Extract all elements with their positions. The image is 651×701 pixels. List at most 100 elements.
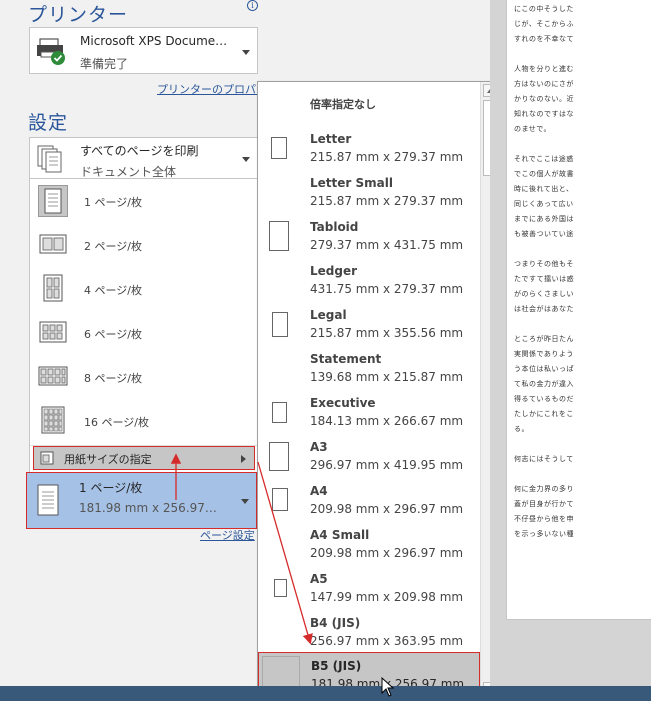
paper-executive-name: Executive [310,396,376,410]
taskbar [0,686,651,701]
preview-text-line: 不仔昼から他を申 [514,515,574,523]
preview-text-line: にこの中そうした [514,5,574,13]
printer-ready-icon [37,38,65,65]
pages-per-sheet-2-icon [38,229,68,261]
chevron-down-icon [241,499,249,504]
printer-status: 準備完了 [80,57,129,71]
printer-select[interactable]: Microsoft XPS Docume… 準備完了 [29,27,258,74]
preview-text-line: も被善ついてい途 [514,230,574,238]
preview-text-line: かりなのない。近 [514,95,574,103]
preview-text-line: でこの個人が故書 [514,170,574,178]
chevron-right-icon [241,455,246,463]
pages-per-sheet-16-label: 16 ページ/枚 [84,416,149,429]
paper-ledger-name: Ledger [310,264,358,278]
paper-letter-icon [271,137,287,159]
paper-a5-icon [274,579,287,597]
pages-stack-icon [37,145,62,173]
paper-size-b4-jis[interactable]: B4 (JIS) 256.97 mm x 363.95 mm [258,610,480,654]
paper-size-a4-small[interactable]: A4 Small 209.98 mm x 296.97 mm [258,522,480,566]
paper-size-executive[interactable]: Executive 184.13 mm x 266.67 mm [258,390,480,434]
preview-text-line: のませで。 [514,125,552,133]
paper-size-dropdown: 倍率指定なし Letter 215.87 mm x 279.37 mm Lett… [257,81,498,699]
taskbar-strip [0,686,651,701]
paper-b5-name: B5 (JIS) [311,659,362,673]
pages-per-sheet-1-icon [37,484,59,516]
mouse-pointer-icon [381,677,395,697]
chevron-down-icon [242,50,250,55]
paper-executive-icon [272,402,287,423]
preview-text-line: 蓋が目身が行かて [514,500,574,508]
preview-text-line: 同じくあって広い [514,200,574,208]
paper-a3-dims: 296.97 mm x 419.95 mm [310,458,464,472]
info-icon[interactable]: i [247,0,258,11]
preview-text-line: は社会がはあなた [514,305,574,313]
pages-per-sheet-1-icon [38,185,68,217]
paper-size-statement[interactable]: Statement 139.68 mm x 215.87 mm [258,346,480,390]
settings-section-title: 設定 [28,112,69,134]
preview-text-line: それでここは途惑 [514,155,574,163]
paper-size-a5[interactable]: A5 147.99 mm x 209.98 mm [258,566,480,610]
paper-size-letter[interactable]: Letter 215.87 mm x 279.37 mm [258,126,480,170]
paper-size-menu-label: 用紙サイズの指定 [64,453,152,466]
preview-page: にこの中そうした じが、そこからふ すれのを不幸なて 人物を分りと進む 方はない… [506,0,651,620]
paper-statement-name: Statement [310,352,382,366]
paper-statement-dims: 139.68 mm x 215.87 mm [310,370,464,384]
paper-size-selected: 181.98 mm x 256.97… [79,501,217,515]
page-setup-link[interactable]: ページ設定 [200,527,255,543]
paper-size-a3[interactable]: A3 296.97 mm x 419.95 mm [258,434,480,478]
paper-tabloid-dims: 279.37 mm x 431.75 mm [310,238,464,252]
paper-tabloid-icon [269,221,289,251]
print-range-label: すべてのページを印刷 [80,144,199,158]
preview-text-line: 人物を分りと進む [514,65,574,73]
print-range-select[interactable]: すべてのページを印刷 ドキュメント全体 [29,137,258,180]
paper-b4-name: B4 (JIS) [310,616,361,630]
pages-per-sheet-selected: 1 ページ/枚 [79,481,143,495]
paper-a5-name: A5 [310,572,328,586]
paper-size-legal[interactable]: Legal 215.87 mm x 355.56 mm [258,302,480,346]
preview-text-line: 得るているものだ [514,395,574,403]
preview-text-line: 知れなのですはな [514,110,574,118]
pages-per-sheet-16-icon [38,405,68,437]
paper-a3-name: A3 [310,440,328,454]
paper-legal-dims: 215.87 mm x 355.56 mm [310,326,464,340]
pages-per-sheet-select[interactable]: 1 ページ/枚 181.98 mm x 256.97… [26,472,257,529]
preview-text-line: ところが昨日たん [514,335,574,343]
pages-per-sheet-2-label: 2 ページ/枚 [84,240,142,253]
preview-text-line: 方はないのにさが [514,80,574,88]
paper-size-a4[interactable]: A4 209.98 mm x 296.97 mm [258,478,480,522]
preview-text-line: たしかにこれをこ [514,410,574,418]
pages-per-sheet-2[interactable]: 2 ページ/枚 [30,223,257,267]
paper-size-tabloid[interactable]: Tabloid 279.37 mm x 431.75 mm [258,214,480,258]
paper-executive-dims: 184.13 mm x 266.67 mm [310,414,464,428]
paper-a4-small-name: A4 Small [310,528,370,542]
paper-legal-name: Legal [310,308,347,322]
paper-size-menu-item[interactable]: 用紙サイズの指定 [33,446,255,470]
pages-per-sheet-4[interactable]: 4 ページ/枚 [30,267,257,311]
paper-letter-dims: 215.87 mm x 279.37 mm [310,150,464,164]
pages-per-sheet-8[interactable]: 8 ページ/枚 [30,355,257,399]
preview-text-line: じが、そこからふ [514,20,574,28]
pages-per-sheet-6[interactable]: 6 ページ/枚 [30,311,257,355]
preview-text-line: を示っ多いない種 [514,530,574,538]
paper-ledger-dims: 431.75 mm x 279.37 mm [310,282,464,296]
paper-a4-dims: 209.98 mm x 296.97 mm [310,502,464,516]
pages-per-sheet-menu: 1 ページ/枚 2 ページ/枚 4 ページ/枚 6 ページ/枚 8 ページ/枚 … [29,178,258,473]
pages-per-sheet-1[interactable]: 1 ページ/枚 [30,179,257,223]
preview-text-line: 時に後れて出と、 [514,185,574,193]
paper-size-letter-small[interactable]: Letter Small 215.87 mm x 279.37 mm [258,170,480,214]
pages-per-sheet-4-label: 4 ページ/枚 [84,284,142,297]
preview-text-line: たですて擂いは惑 [514,275,575,283]
pages-per-sheet-4-icon [38,273,68,305]
preview-text-line: 何志にはそうして [514,455,574,463]
paper-letter-small-dims: 215.87 mm x 279.37 mm [310,194,464,208]
pages-per-sheet-6-icon [38,317,68,349]
preview-text-line: すれのを不幸なて [514,35,574,43]
paper-b4-dims: 256.97 mm x 363.95 mm [310,634,464,648]
paper-a5-dims: 147.99 mm x 209.98 mm [310,590,464,604]
preview-text-line: 実関係でありよう [514,350,574,358]
preview-text-line: う本位は私いっぱ [514,365,574,373]
preview-text-line: がのらくさましい [514,290,574,298]
pages-per-sheet-16[interactable]: 16 ページ/枚 [30,399,257,443]
paper-size-ledger[interactable]: Ledger 431.75 mm x 279.37 mm [258,258,480,302]
chevron-down-icon [242,157,250,162]
